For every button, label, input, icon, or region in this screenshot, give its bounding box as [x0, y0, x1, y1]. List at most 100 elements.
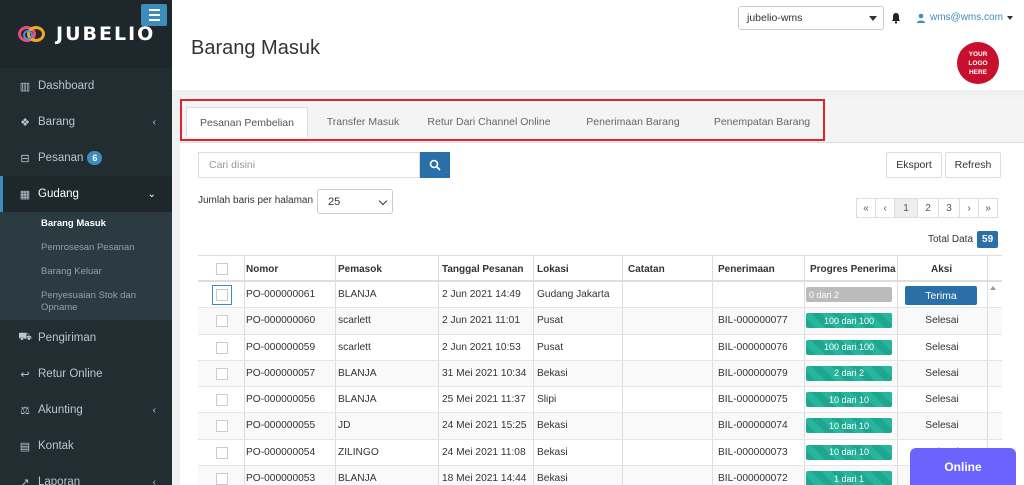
- select-all-checkbox[interactable]: [216, 263, 228, 275]
- page-1-button[interactable]: 1: [894, 198, 918, 218]
- column-divider: [335, 413, 336, 439]
- cell-lokasi: Bekasi: [537, 473, 568, 485]
- cell-lokasi: Gudang Jakarta: [537, 289, 610, 300]
- cell-nomor[interactable]: PO-000000061: [246, 289, 315, 300]
- cell-penerimaan: BIL-000000079: [718, 367, 788, 379]
- jubelio-logo-icon: [18, 24, 48, 44]
- column-divider: [897, 282, 898, 308]
- cell-nomor[interactable]: PO-000000054: [246, 447, 315, 458]
- terima-button[interactable]: Terima: [905, 286, 977, 305]
- sidebar-item-pesanan[interactable]: ⊟ Pesanan 6: [0, 140, 172, 176]
- row-checkbox[interactable]: [216, 315, 228, 328]
- column-divider: [622, 256, 623, 280]
- rows-per-page-select[interactable]: 25: [317, 189, 393, 214]
- first-page-button[interactable]: «: [856, 198, 876, 218]
- column-header[interactable]: Tanggal Pesanan: [442, 264, 524, 275]
- brand-name: JUBELIO: [56, 23, 156, 45]
- row-checkbox[interactable]: [216, 446, 228, 459]
- table-row[interactable]: PO-000000055 JD 24 Mei 2021 15:25 Bekasi BIL…: [198, 413, 1002, 440]
- search-button[interactable]: [420, 152, 450, 178]
- table-row[interactable]: PO-000000059 scarlett 2 Jun 2021 10:53 Pusa…: [198, 334, 1002, 361]
- column-divider: [804, 360, 805, 387]
- export-button[interactable]: Eksport: [886, 152, 942, 178]
- bell-icon[interactable]: [890, 12, 902, 24]
- page-3-button[interactable]: 3: [938, 198, 960, 218]
- table-row[interactable]: PO-000000053 BLANJA 18 Mei 2021 14:44 Bekas…: [198, 466, 1002, 485]
- column-divider: [897, 334, 898, 360]
- cell-lokasi: Pusat: [537, 341, 564, 353]
- search-input[interactable]: Cari disini: [198, 152, 420, 178]
- row-checkbox[interactable]: [216, 367, 228, 380]
- table-row[interactable]: PO-000000054 ZILINGO 24 Mei 2021 11:08 Beka…: [198, 439, 1002, 467]
- column-divider: [712, 387, 713, 413]
- column-divider: [897, 466, 898, 485]
- progress-bar: 10 dari 10: [806, 418, 892, 434]
- cell-nomor[interactable]: PO-000000060: [246, 315, 315, 326]
- scroll-up-icon[interactable]: [990, 286, 996, 290]
- user-menu[interactable]: wms@wms.com: [916, 12, 1013, 23]
- cell-tanggal: 18 Mei 2021 14:44: [442, 473, 527, 485]
- prev-page-button[interactable]: ‹: [875, 198, 895, 218]
- cell-pemasok: BLANJA: [338, 289, 377, 300]
- cell-nomor[interactable]: PO-000000059: [246, 342, 315, 353]
- column-header[interactable]: Catatan: [628, 264, 665, 275]
- cell-nomor[interactable]: PO-000000056: [246, 394, 315, 405]
- gudang-submenu: Barang Masuk Pemrosesan Pesanan Barang Kel…: [0, 212, 172, 320]
- rows-per-page-label: Jumlah baris per halaman: [198, 195, 314, 206]
- cell-tanggal: 2 Jun 2021 14:49: [442, 289, 521, 300]
- page-title: Barang Masuk: [191, 37, 320, 59]
- cell-penerimaan: BIL-000000075: [718, 394, 788, 406]
- cell-nomor[interactable]: PO-000000057: [246, 368, 315, 379]
- column-header[interactable]: Lokasi: [537, 264, 569, 275]
- cell-lokasi: Bekasi: [537, 446, 568, 458]
- row-checkbox[interactable]: [216, 420, 228, 433]
- sidebar-item-kontak[interactable]: ▤ Kontak: [0, 428, 172, 464]
- column-divider: [897, 308, 898, 334]
- sidebar-item-barang[interactable]: ❖ Barang ‹: [0, 104, 172, 140]
- warehouse-select[interactable]: jubelio-wms: [738, 6, 884, 30]
- sidebar-item-laporan[interactable]: ↗ Laporan ‹: [0, 464, 172, 485]
- next-page-button[interactable]: ›: [959, 198, 979, 218]
- cell-nomor[interactable]: PO-000000055: [246, 420, 315, 431]
- table-row[interactable]: PO-000000056 BLANJA 25 Mei 2021 11:37 Slipi…: [198, 387, 1002, 414]
- brand[interactable]: JUBELIO: [0, 0, 172, 68]
- sidebar-item-gudang[interactable]: ▦ Gudang ⌄: [0, 176, 172, 212]
- progress-bar: 0 dari 2: [806, 287, 892, 302]
- sidebar-item-akunting[interactable]: ⚖ Akunting ‹: [0, 392, 172, 428]
- table-row[interactable]: PO-000000061 BLANJA 2 Jun 2021 14:49 Gudang…: [198, 282, 1002, 309]
- online-chat-button[interactable]: Online: [910, 448, 1016, 485]
- cart-icon: ⊟: [20, 152, 30, 165]
- column-divider: [438, 256, 439, 280]
- column-header[interactable]: Nomor: [246, 264, 278, 275]
- chevron-down-icon: [378, 196, 388, 206]
- column-divider: [804, 413, 805, 439]
- page-2-button[interactable]: 2: [917, 198, 939, 218]
- chart-icon: ▥: [19, 80, 31, 93]
- cell-tanggal: 24 Mei 2021 11:08: [442, 446, 526, 458]
- column-divider: [712, 360, 713, 387]
- table-row[interactable]: PO-000000057 BLANJA 31 Mei 2021 10:34 Bekas…: [198, 360, 1002, 388]
- cell-nomor[interactable]: PO-000000053: [246, 473, 315, 484]
- column-header[interactable]: Pemasok: [338, 264, 382, 275]
- column-header[interactable]: Aksi: [931, 264, 952, 275]
- row-checkbox[interactable]: [216, 394, 228, 407]
- table-row[interactable]: PO-000000060 scarlett 2 Jun 2021 11:01 Pusa…: [198, 308, 1002, 335]
- refresh-button[interactable]: Refresh: [945, 152, 1001, 178]
- sidebar-item-pengiriman[interactable]: ⛟ Pengiriman: [0, 320, 172, 356]
- column-header[interactable]: Progres Penerima: [810, 264, 896, 275]
- last-page-button[interactable]: »: [978, 198, 998, 218]
- column-header[interactable]: Penerimaan: [718, 264, 775, 275]
- sidebar-item-dashboard[interactable]: ▥ Dashboard: [0, 68, 172, 104]
- row-checkbox[interactable]: [216, 341, 228, 354]
- submenu-item-penyesuaian-stok-dan-opname[interactable]: Penyesuaian Stok dan Opname: [0, 284, 172, 320]
- warehouse-select-value: jubelio-wms: [747, 12, 803, 24]
- submenu-item-barang-masuk[interactable]: Barang Masuk: [0, 212, 172, 236]
- submenu-item-barang-keluar[interactable]: Barang Keluar: [0, 260, 172, 284]
- sidebar-item-retur-online[interactable]: ↩ Retur Online: [0, 356, 172, 392]
- submenu-item-pemrosesan-pesanan[interactable]: Pemrosesan Pesanan: [0, 236, 172, 260]
- hamburger-menu-button[interactable]: [141, 4, 167, 26]
- progress-bar: 100 dari 100: [806, 313, 892, 329]
- row-checkbox[interactable]: [212, 285, 232, 305]
- row-checkbox[interactable]: [216, 473, 228, 485]
- column-divider: [438, 413, 439, 439]
